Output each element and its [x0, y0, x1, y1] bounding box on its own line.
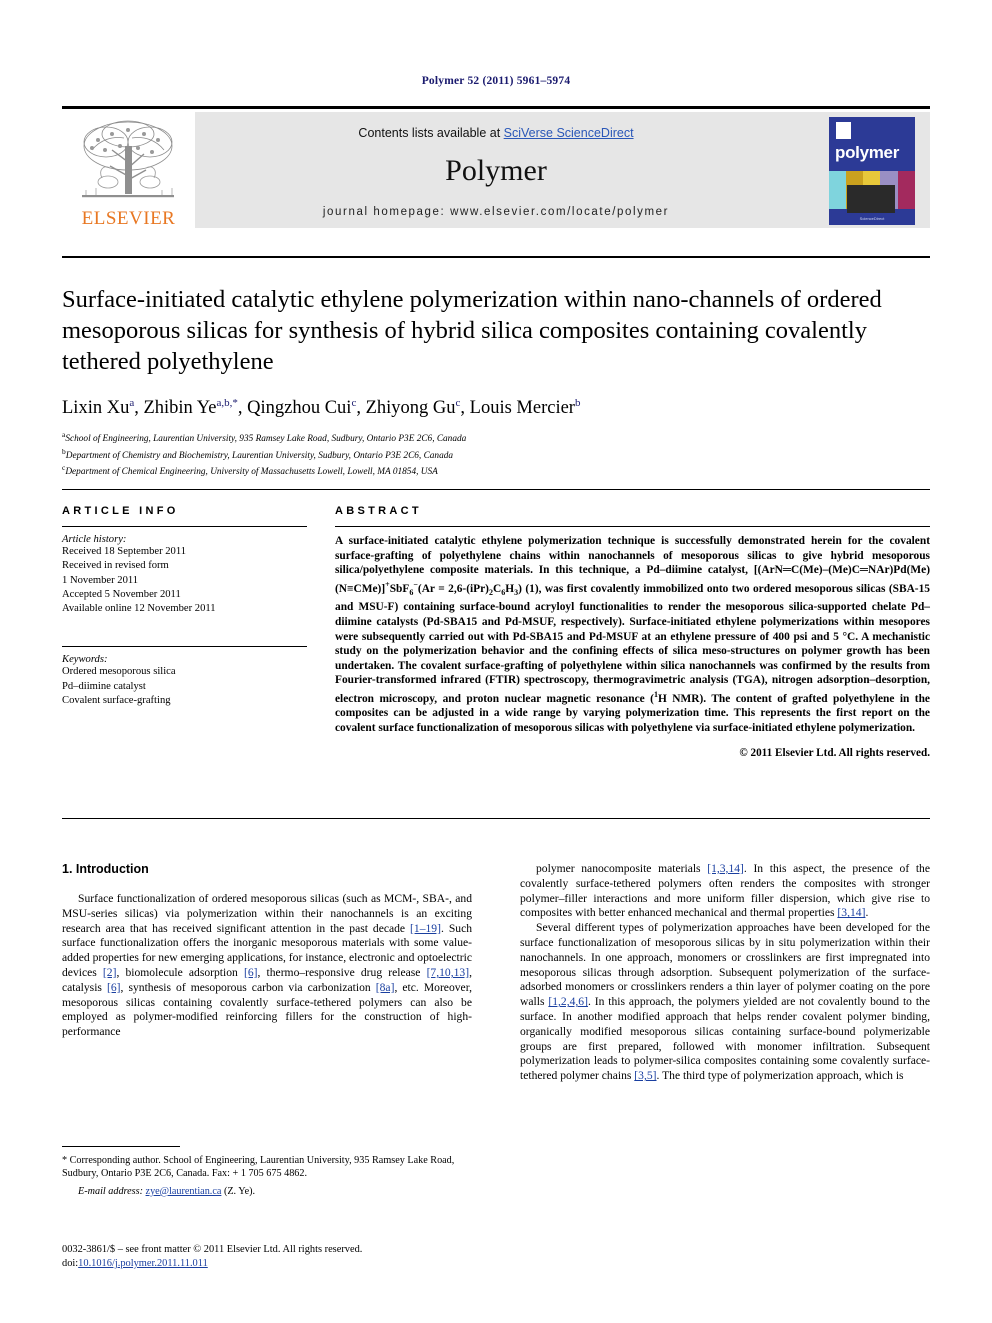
doi-link[interactable]: 10.1016/j.polymer.2011.11.011 [78, 1258, 208, 1269]
keywords-divider [62, 646, 307, 648]
journal-cover-thumbnail[interactable]: polymer ScienceDirect [829, 117, 915, 225]
author-affiliation-marker: c [455, 397, 461, 409]
masthead-top-rule [62, 106, 930, 109]
affiliation-list: aSchool of Engineering, Laurentian Unive… [62, 429, 930, 479]
corresponding-author-footnote: * Corresponding author. School of Engine… [62, 1146, 472, 1198]
corresponding-author-text: * Corresponding author. School of Engine… [62, 1155, 455, 1180]
article-info-divider [62, 526, 307, 527]
citation-link[interactable]: [8a] [376, 981, 395, 994]
email-label: E-mail address: [78, 1185, 143, 1197]
copyright-line: © 2011 Elsevier Ltd. All rights reserved… [739, 746, 930, 759]
article-history-item: Received 18 September 2011 [62, 546, 187, 557]
abstract-heading: ABSTRACT [335, 505, 422, 517]
author-name[interactable]: Zhibin Yea,b,* [143, 397, 238, 418]
citation-link[interactable]: [2] [103, 966, 117, 979]
citation-link[interactable]: [6] [107, 981, 121, 994]
abstract-text: A surface-initiated catalytic ethylene p… [335, 535, 930, 734]
section-title-introduction: 1. Introduction [62, 862, 149, 876]
article-info-top-rule [62, 489, 930, 490]
body-column-right: polymer nanocomposite materials [1,3,14]… [520, 862, 930, 1222]
citation-link[interactable]: [3,5] [634, 1069, 656, 1082]
intro-paragraph-left: Surface functionalization of ordered mes… [62, 892, 473, 1039]
article-info-column: ARTICLE INFO Article history: Received 1… [62, 505, 307, 708]
article-history-item: 1 November 2011 [62, 574, 139, 586]
masthead-center: Contents lists available at SciVerse Sci… [195, 112, 797, 228]
author-affiliation-marker: a [129, 397, 135, 409]
journal-masthead: ELSEVIER Contents lists available at Sci… [62, 106, 930, 228]
author-name[interactable]: Louis Mercierb [470, 397, 581, 418]
journal-cover-container: polymer ScienceDirect [797, 112, 930, 228]
author-name[interactable]: Lixin Xua [62, 397, 135, 418]
affiliation-line: aSchool of Engineering, Laurentian Unive… [62, 430, 467, 445]
page-title: Surface-initiated catalytic ethylene pol… [62, 286, 882, 375]
page-footer: 0032-3861/$ – see front matter © 2011 El… [62, 1243, 562, 1270]
issn-copyright-line: 0032-3861/$ – see front matter © 2011 El… [62, 1244, 363, 1255]
article-history-lines: Received 18 September 2011 Received in re… [62, 545, 307, 616]
contents-prefix: Contents lists available at [358, 126, 504, 140]
intro-paragraph-right-1: polymer nanocomposite materials [1,3,14]… [520, 862, 931, 920]
affiliation-line: cDepartment of Chemical Engineering, Uni… [62, 463, 438, 478]
article-history-item: Accepted 5 November 2011 [62, 588, 181, 600]
article-history-label: Article history: [62, 534, 127, 545]
title-top-rule [62, 256, 930, 258]
title-block: Surface-initiated catalytic ethylene pol… [62, 284, 930, 479]
cover-wordmark: polymer [835, 143, 900, 162]
elsevier-tree-icon [82, 120, 174, 198]
email-link[interactable]: zye@laurentian.ca [146, 1186, 222, 1197]
elsevier-wordmark: ELSEVIER [81, 208, 176, 228]
author-name[interactable]: Zhiyong Guc [366, 397, 461, 418]
citation-link[interactable]: [6] [244, 966, 258, 979]
article-info-heading: ARTICLE INFO [62, 505, 179, 517]
citation-link[interactable]: [3,14] [837, 906, 865, 919]
keyword-item: Pd–diimine catalyst [62, 680, 146, 692]
keyword-item: Ordered mesoporous silica [62, 666, 176, 678]
journal-title: Polymer [445, 154, 547, 187]
intro-paragraph-right-2: Several different types of polymerizatio… [520, 921, 930, 1083]
cover-badge-icon [836, 122, 851, 139]
author-name[interactable]: Qingzhou Cuic [247, 397, 357, 418]
cover-footer-text: ScienceDirect [859, 216, 885, 221]
doi-label: doi: [62, 1257, 79, 1269]
journal-article-page: Polymer 52 (2011) 5961–5974 ELSEVIER Con… [0, 0, 992, 1323]
article-info-bottom-rule [62, 818, 930, 819]
footnote-rule [62, 1146, 180, 1147]
running-head: Polymer 52 (2011) 5961–5974 [421, 75, 571, 87]
author-affiliation-marker: a,b,* [216, 397, 238, 409]
abstract-column: ABSTRACT A surface-initiated catalytic e… [335, 505, 930, 759]
elsevier-logo-container: ELSEVIER [62, 112, 195, 228]
citation-link[interactable]: [7,10,13] [427, 966, 470, 979]
email-suffix: (Z. Ye). [221, 1185, 256, 1197]
citation-link[interactable]: [1–19] [410, 922, 441, 935]
journal-homepage-line[interactable]: journal homepage: www.elsevier.com/locat… [195, 206, 797, 218]
author-affiliation-marker: c [351, 397, 357, 409]
article-history-item: Received in revised form [62, 560, 169, 572]
email-footnote: E-mail address: zye@laurentian.ca (Z. Ye… [62, 1185, 472, 1198]
author-list: Lixin Xua, Zhibin Yea,b,*, Qingzhou Cuic… [62, 397, 581, 419]
author-affiliation-marker: b [574, 397, 581, 409]
cover-micrograph [847, 185, 895, 213]
keywords-label: Keywords: [62, 654, 108, 666]
citation-link[interactable]: [1,2,4,6] [548, 995, 588, 1008]
elsevier-logo: ELSEVIER [62, 112, 195, 228]
affiliation-line: bDepartment of Chemistry and Biochemistr… [62, 446, 454, 461]
keywords-block: Keywords: Ordered mesoporous silica Pd–di… [62, 646, 307, 708]
article-history-item: Available online 12 November 2011 [62, 603, 216, 615]
keywords-lines: Ordered mesoporous silica Pd–diimine cata… [62, 665, 307, 708]
doi-line: doi:10.1016/j.polymer.2011.11.011 [62, 1257, 562, 1271]
citation-link[interactable]: [1,3,14] [707, 862, 744, 875]
contents-available-line: Contents lists available at SciVerse Sci… [195, 112, 797, 140]
keyword-item: Covalent surface-grafting [62, 695, 171, 707]
sciencedirect-link[interactable]: SciVerse ScienceDirect [504, 126, 634, 140]
abstract-divider [335, 526, 930, 527]
